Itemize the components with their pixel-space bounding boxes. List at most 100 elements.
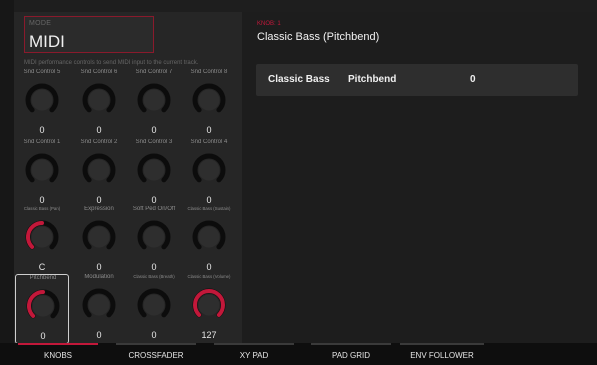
knob-value: 0 (96, 125, 102, 135)
tab-xy-pad[interactable]: XY PAD (214, 343, 294, 365)
knob-dial[interactable] (190, 151, 228, 189)
knob-label: Snd Control 7 (135, 69, 173, 75)
knob-dial[interactable] (190, 81, 228, 119)
knob-label: Classic Bass (Breath) (133, 274, 175, 279)
knob-face (198, 159, 220, 181)
knob-value: 0 (151, 262, 157, 272)
knob-label: Modulation (84, 274, 114, 280)
knob-dial[interactable] (24, 287, 62, 325)
knob-label: Pitchbend (29, 275, 57, 281)
knob-value: C (38, 262, 46, 272)
parameter-instrument: Classic Bass (268, 74, 330, 85)
knob-dial[interactable] (80, 218, 118, 256)
parameter-row[interactable]: Classic Bass Pitchbend 0 (256, 64, 578, 96)
knob-dial[interactable] (135, 81, 173, 119)
knob-8[interactable]: Snd Control 4 0 (182, 139, 236, 209)
knob-6[interactable]: Snd Control 2 0 (72, 139, 126, 209)
knob-3[interactable]: Snd Control 7 0 (127, 69, 181, 139)
knob-face (198, 89, 220, 111)
knob-face (143, 294, 165, 316)
knob-value: 0 (96, 262, 102, 272)
knob-7[interactable]: Snd Control 3 0 (127, 139, 181, 209)
tab-label: ENV FOLLOWER (410, 351, 474, 360)
knob-face (88, 294, 110, 316)
knob-label: Snd Control 8 (190, 69, 228, 75)
tab-crossfader[interactable]: CROSSFADER (116, 343, 196, 365)
knob-title: Classic Bass (Pitchbend) (257, 31, 380, 43)
tab-label: PAD GRID (331, 351, 371, 360)
mode-value: MIDI (29, 32, 65, 51)
knob-dial[interactable] (190, 286, 228, 324)
tab-indicator (214, 343, 294, 345)
knob-1[interactable]: Snd Control 5 0 (15, 69, 69, 139)
tab-bar: KNOBS CROSSFADER XY PAD PAD GRID ENV FOL… (0, 343, 597, 365)
knob-face (88, 226, 110, 248)
knob-label: Expression (84, 206, 114, 212)
knob-value: 0 (151, 125, 157, 135)
knob-value: 0 (39, 195, 45, 205)
parameter-name: Pitchbend (348, 74, 397, 85)
mode-label: MODE (29, 20, 52, 27)
knob-label: Snd Control 2 (80, 139, 118, 145)
knob-dial[interactable] (23, 81, 61, 119)
knob-label: Snd Control 4 (190, 139, 228, 145)
knob-value: 0 (151, 195, 157, 205)
knob-label: Classic Bass (Volume) (187, 274, 231, 279)
tab-knobs[interactable]: KNOBS (18, 343, 98, 365)
tab-label: KNOBS (43, 351, 72, 360)
knob-16[interactable]: Classic Bass (Volume) 127 (182, 274, 236, 344)
knob-value: 0 (151, 330, 157, 340)
knob-dial[interactable] (23, 218, 61, 256)
knob-id: KNOB: 1 (257, 21, 281, 27)
knob-dial[interactable] (23, 151, 61, 189)
app-window: MODE MIDI MIDI performance controls to s… (0, 0, 597, 365)
knob-face (143, 89, 165, 111)
knob-label: Classic Bass (Pan) (23, 206, 61, 211)
tab-indicator (400, 343, 484, 345)
parameter-value[interactable]: 0 (470, 74, 476, 85)
knob-14[interactable]: Modulation 0 (72, 274, 126, 344)
mode-selector[interactable]: MODE MIDI (24, 16, 154, 53)
knob-dial[interactable] (80, 81, 118, 119)
knob-13[interactable]: Pitchbend 0 (15, 274, 69, 344)
tab-indicator (18, 343, 98, 345)
knob-value: 0 (206, 262, 212, 272)
knob-9[interactable]: Classic Bass (Pan) C (15, 206, 69, 276)
knob-dial[interactable] (135, 218, 173, 256)
knob-dial[interactable] (190, 218, 228, 256)
knob-2[interactable]: Snd Control 6 0 (72, 69, 126, 139)
knob-5[interactable]: Snd Control 1 0 (15, 139, 69, 209)
knob-dial[interactable] (80, 286, 118, 324)
knob-face (31, 226, 53, 248)
knob-4[interactable]: Snd Control 8 0 (182, 69, 236, 139)
knob-value: 127 (201, 330, 217, 340)
knob-dial[interactable] (135, 151, 173, 189)
tab-env-follower[interactable]: ENV FOLLOWER (400, 343, 484, 365)
knob-12[interactable]: Classic Bass (Sustain) 0 (182, 206, 236, 276)
knob-face (31, 89, 53, 111)
knob-15[interactable]: Classic Bass (Breath) 0 (127, 274, 181, 344)
knob-label: Snd Control 5 (23, 69, 61, 75)
knob-face (198, 294, 220, 316)
knob-value: 0 (206, 125, 212, 135)
knob-face (31, 159, 53, 181)
tab-indicator (311, 343, 391, 345)
knob-11[interactable]: Soft Ped On/Off 0 (127, 206, 181, 276)
top-bar (14, 0, 597, 12)
knob-detail-panel: KNOB: 1 Classic Bass (Pitchbend) Classic… (242, 12, 597, 343)
knob-face (143, 226, 165, 248)
tab-label: XY PAD (239, 351, 269, 360)
mode-description: MIDI performance controls to send MIDI i… (24, 60, 199, 66)
knob-10[interactable]: Expression 0 (72, 206, 126, 276)
knob-value: 0 (39, 125, 45, 135)
knob-label: Soft Ped On/Off (132, 206, 176, 212)
tab-pad-grid[interactable]: PAD GRID (311, 343, 391, 365)
knob-dial[interactable] (80, 151, 118, 189)
knob-value: 0 (40, 331, 46, 341)
knob-value: 0 (96, 330, 102, 340)
knob-label: Snd Control 1 (23, 139, 61, 145)
knob-dial[interactable] (135, 286, 173, 324)
knob-face (143, 159, 165, 181)
knob-face (88, 89, 110, 111)
knob-panel: MODE MIDI MIDI performance controls to s… (14, 12, 242, 344)
